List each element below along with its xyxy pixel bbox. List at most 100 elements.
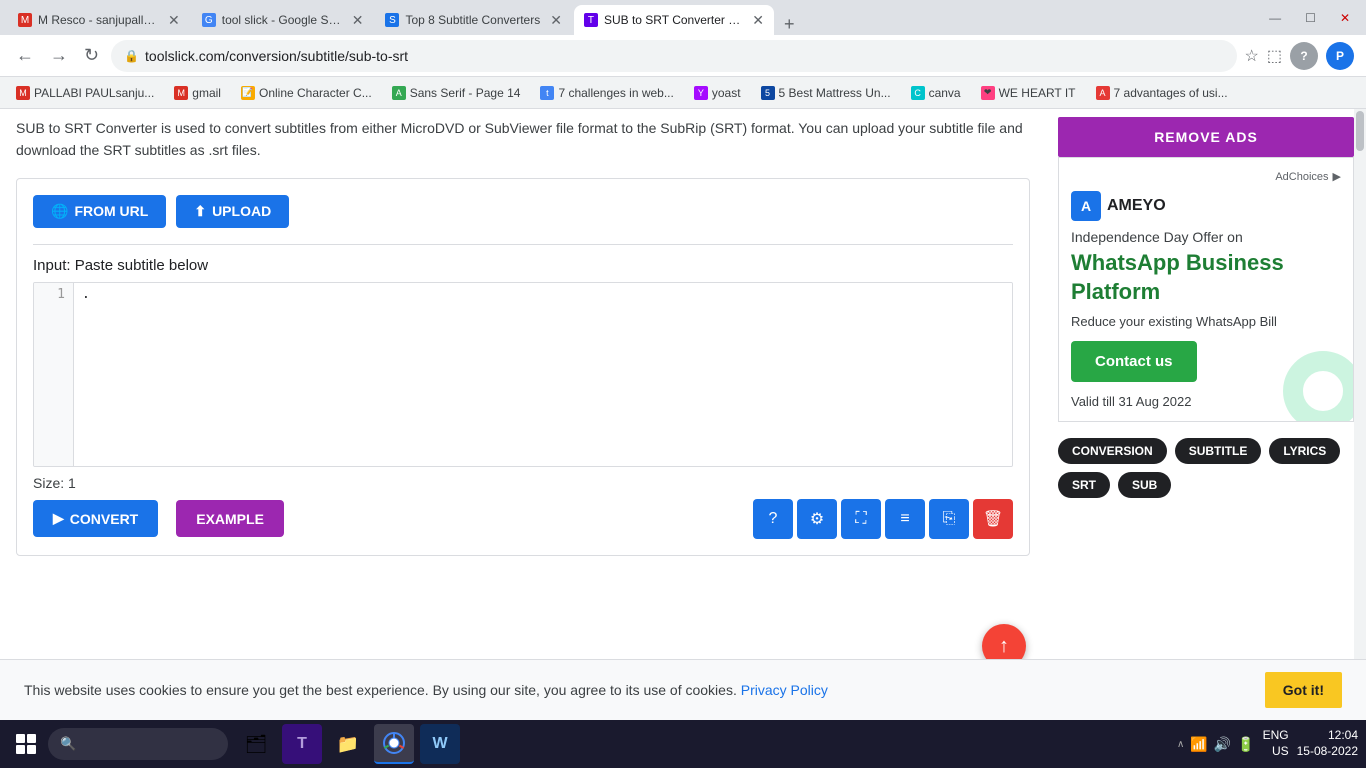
scrollbar[interactable] xyxy=(1354,109,1366,668)
description-text: SUB to SRT Converter is used to convert … xyxy=(16,109,1030,178)
contact-us-button[interactable]: Contact us xyxy=(1071,341,1197,382)
from-url-button[interactable]: 🌐 FROM URL xyxy=(33,195,166,228)
back-button[interactable]: ← xyxy=(12,41,38,70)
cast-icon[interactable]: ⬚ xyxy=(1267,46,1282,66)
taskbar-files[interactable]: 🗂 xyxy=(236,724,276,764)
bookmark-label-sans-serif: Sans Serif - Page 14 xyxy=(410,86,521,100)
bookmark-canva[interactable]: C canva xyxy=(903,83,969,103)
maximize-button[interactable]: ☐ xyxy=(1297,7,1324,29)
taskbar-explorer[interactable]: 📁 xyxy=(328,724,368,764)
tab-group: M M Resco - sanjupallabipaul@gmai... ✕ G… xyxy=(8,0,802,35)
bookmark-sans-serif[interactable]: A Sans Serif - Page 14 xyxy=(384,83,529,103)
tag-subtitle[interactable]: SUBTITLE xyxy=(1175,438,1262,464)
win-sq-4 xyxy=(27,745,36,754)
lines-button[interactable]: ≡ xyxy=(885,499,925,539)
word-icon: W xyxy=(432,735,447,753)
cookie-text: This website uses cookies to ensure you … xyxy=(24,682,828,698)
taskbar-chrome[interactable] xyxy=(374,724,414,764)
bookmark-icon-mattress: 5 xyxy=(761,86,775,100)
convert-button[interactable]: ▶ CONVERT xyxy=(33,500,158,537)
tag-conversion[interactable]: CONVERSION xyxy=(1058,438,1167,464)
bookmark-pallabi[interactable]: M PALLABI PAULsanju... xyxy=(8,83,162,103)
tab-close-gmail[interactable]: ✕ xyxy=(168,12,180,29)
subtitle-textarea[interactable]: . xyxy=(74,283,1012,466)
taskbar-word[interactable]: W xyxy=(420,724,460,764)
bookmark-challenges[interactable]: t 7 challenges in web... xyxy=(532,83,681,103)
example-button[interactable]: EXAMPLE xyxy=(176,500,284,537)
ad-choices-icon: ▶ xyxy=(1333,170,1341,183)
tab-label-toolslick: SUB to SRT Converter - Tool Slick xyxy=(604,13,742,27)
tag-srt[interactable]: SRT xyxy=(1058,472,1110,498)
tab-close-google[interactable]: ✕ xyxy=(352,12,364,29)
settings-button[interactable]: ⚙ xyxy=(797,499,837,539)
tab-close-toolslick[interactable]: ✕ xyxy=(752,12,764,29)
tab-gmail[interactable]: M M Resco - sanjupallabipaul@gmai... ✕ xyxy=(8,5,190,35)
delete-button[interactable]: 🗑 xyxy=(973,499,1013,539)
bookmark-yoast[interactable]: Y yoast xyxy=(686,83,749,103)
ad-title-line1: WhatsApp Business xyxy=(1071,249,1341,278)
privacy-policy-link[interactable]: Privacy Policy xyxy=(741,682,828,698)
copy-button[interactable]: ⎘ xyxy=(929,499,969,539)
line-numbers: 1 xyxy=(34,283,74,466)
bookmark-whi[interactable]: ❤ WE HEART IT xyxy=(973,83,1084,103)
bookmark-label-canva: canva xyxy=(929,86,961,100)
bookmark-icon-challenges: t xyxy=(540,86,554,100)
scrollbar-thumb[interactable] xyxy=(1356,111,1364,151)
tab-label-subtitle: Top 8 Subtitle Converters xyxy=(405,13,540,27)
bookmark-icon-yoast: Y xyxy=(694,86,708,100)
tab-favicon-toolslick: T xyxy=(584,13,598,27)
taskbar-search[interactable]: 🔍 xyxy=(48,728,228,760)
bookmark-label-mattress: 5 Best Mattress Un... xyxy=(779,86,891,100)
got-it-button[interactable]: Got it! xyxy=(1265,672,1342,708)
bookmark-advantages[interactable]: A 7 advantages of usi... xyxy=(1088,83,1236,103)
win-sq-2 xyxy=(27,734,36,743)
size-info: Size: 1 xyxy=(33,475,1013,491)
tab-close-subtitle[interactable]: ✕ xyxy=(550,12,562,29)
tab-google[interactable]: G tool slick - Google Search ✕ xyxy=(192,5,374,35)
bookmark-label-whi: WE HEART IT xyxy=(999,86,1076,100)
bookmark-gmail[interactable]: M gmail xyxy=(166,83,229,103)
tab-subtitle[interactable]: S Top 8 Subtitle Converters ✕ xyxy=(375,5,571,35)
minimize-button[interactable]: — xyxy=(1261,7,1289,29)
date: 15-08-2022 xyxy=(1297,744,1358,760)
refresh-button[interactable]: ↻ xyxy=(80,41,103,70)
search-icon: 🔍 xyxy=(60,736,76,752)
avatar[interactable]: ? xyxy=(1290,42,1318,70)
lock-icon: 🔒 xyxy=(124,49,139,63)
tag-lyrics[interactable]: LYRICS xyxy=(1269,438,1340,464)
expand-button[interactable]: ⛶ xyxy=(841,499,881,539)
profile-icon[interactable]: P xyxy=(1326,42,1354,70)
button-row: 🌐 FROM URL ⬆ UPLOAD xyxy=(33,195,1013,228)
time-display: ENG US xyxy=(1263,728,1289,759)
ad-title-line2: Platform xyxy=(1071,278,1341,307)
url-bar[interactable]: 🔒 toolslick.com/conversion/subtitle/sub-… xyxy=(111,40,1236,72)
ad-choices: AdChoices ▶ xyxy=(1071,170,1341,183)
win-sq-1 xyxy=(16,734,25,743)
taskbar-right: ∧ 📶 🔊 🔋 ENG US 12:04 15-08-2022 xyxy=(1177,728,1358,759)
cookie-message: This website uses cookies to ensure you … xyxy=(24,682,737,698)
sys-tray: ∧ 📶 🔊 🔋 xyxy=(1177,736,1255,753)
close-button[interactable]: ✕ xyxy=(1332,7,1358,29)
bookmark-character[interactable]: 📝 Online Character C... xyxy=(233,83,380,103)
tab-label-gmail: M Resco - sanjupallabipaul@gmai... xyxy=(38,13,158,27)
left-buttons: ▶ CONVERT EXAMPLE xyxy=(33,500,284,537)
bookmark-mattress[interactable]: 5 5 Best Mattress Un... xyxy=(753,83,899,103)
window-controls: — ☐ ✕ xyxy=(1261,7,1358,29)
ad-title: WhatsApp Business Platform xyxy=(1071,249,1341,306)
teams-icon: T xyxy=(297,735,307,753)
tag-sub[interactable]: SUB xyxy=(1118,472,1171,498)
upload-button[interactable]: ⬆ UPLOAD xyxy=(176,195,289,228)
tray-arrow[interactable]: ∧ xyxy=(1177,739,1184,750)
bookmark-label-advantages: 7 advantages of usi... xyxy=(1114,86,1228,100)
forward-button[interactable]: → xyxy=(46,41,72,70)
time: 12:04 xyxy=(1297,728,1358,744)
help-button[interactable]: ? xyxy=(753,499,793,539)
taskbar-chat[interactable]: T xyxy=(282,724,322,764)
tab-toolslick[interactable]: T SUB to SRT Converter - Tool Slick ✕ xyxy=(574,5,774,35)
browser-content: SUB to SRT Converter is used to convert … xyxy=(0,109,1366,668)
bookmark-icon[interactable]: ☆ xyxy=(1245,46,1259,66)
start-button[interactable] xyxy=(8,726,44,762)
remove-ads-button[interactable]: REMOVE ADS xyxy=(1058,117,1354,157)
new-tab-button[interactable]: + xyxy=(776,14,803,35)
volume-icon: 🔊 xyxy=(1214,736,1231,753)
